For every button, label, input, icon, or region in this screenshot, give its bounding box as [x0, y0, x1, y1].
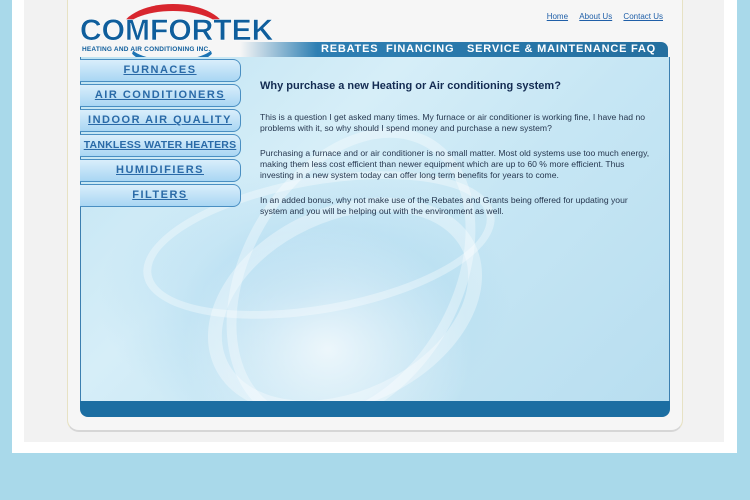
- article-title: Why purchase a new Heating or Air condit…: [260, 80, 561, 92]
- nav-service-maintenance[interactable]: SERVICE & MAINTENANCE: [467, 43, 627, 55]
- nav-financing[interactable]: FINANCING: [386, 43, 454, 55]
- article: Why purchase a new Heating or Air condit…: [260, 80, 652, 231]
- nav-rebates[interactable]: REBATES: [321, 43, 378, 55]
- article-paragraph: In an added bonus, why not make use of t…: [260, 195, 628, 216]
- sidebar-item-label: FURNACES: [123, 64, 197, 76]
- sidebar-item-filters[interactable]: FILTERS: [80, 184, 241, 207]
- sidebar-item-label: FILTERS: [132, 189, 188, 201]
- sidebar-item-tankless-water-heaters[interactable]: TANKLESS WATER HEATERS: [80, 134, 241, 157]
- sidebar-item-air-conditioners[interactable]: AIR CONDITIONERS: [80, 84, 241, 107]
- sidebar-item-label: HUMIDIFIERS: [116, 164, 204, 176]
- sidebar-item-label: TANKLESS WATER HEATERS: [83, 139, 237, 151]
- contact-us-link[interactable]: Contact Us: [623, 12, 663, 21]
- article-paragraph: Purchasing a furnace and or air conditio…: [260, 148, 650, 180]
- sidebar-item-label: INDOOR AIR QUALITY: [88, 114, 232, 126]
- sidebar-item-furnaces[interactable]: FURNACES: [80, 59, 241, 82]
- logo-tagline: HEATING AND AIR CONDITIONING INC.: [82, 46, 211, 53]
- about-us-link[interactable]: About Us: [579, 12, 612, 21]
- main-nav-bar: REBATES FINANCING SERVICE & MAINTENANCE …: [240, 42, 668, 57]
- home-link[interactable]: Home: [547, 12, 568, 21]
- footer-bar: [80, 401, 670, 417]
- comfortek-logo[interactable]: COMFORTEK HEATING AND AIR CONDITIONING I…: [80, 4, 274, 66]
- sidebar-menu: FURNACES AIR CONDITIONERS INDOOR AIR QUA…: [80, 59, 241, 209]
- utility-links: Home About Us Contact Us: [538, 12, 663, 21]
- article-paragraph: This is a question I get asked many time…: [260, 112, 645, 133]
- sidebar-item-humidifiers[interactable]: HUMIDIFIERS: [80, 159, 241, 182]
- sidebar-item-label: AIR CONDITIONERS: [94, 89, 226, 101]
- nav-faq[interactable]: FAQ: [631, 43, 656, 55]
- sidebar-item-indoor-air-quality[interactable]: INDOOR AIR QUALITY: [80, 109, 241, 132]
